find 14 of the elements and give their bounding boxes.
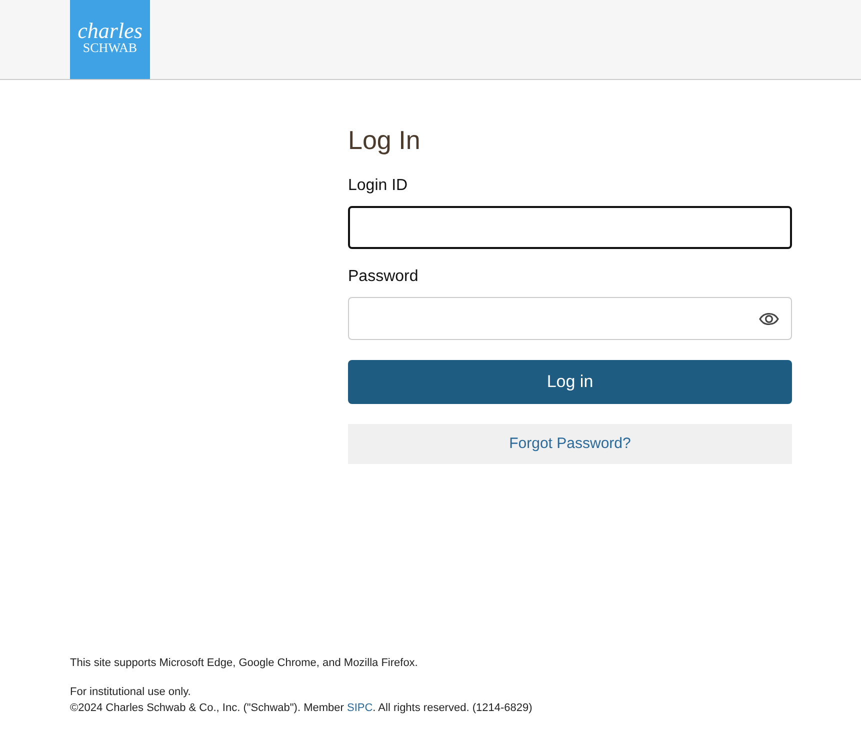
logo-script-text: charles [78,20,142,40]
login-id-field[interactable] [348,206,792,249]
logo-wordmark-text: SCHWAB [82,40,138,54]
field-label: Login ID [348,176,409,196]
field-label: Password [348,267,420,287]
password-field[interactable] [348,297,792,340]
forgot-password-button[interactable]: Forgot Password? [348,424,792,464]
browser-support-text: This site supports Microsoft Edge, Google Chrome, and Mozilla Firefox. [70,656,419,670]
page-title: Log In [348,124,422,156]
sipc-link[interactable]: SIPC [346,702,373,714]
show-password-icon[interactable] [759,312,779,326]
institutional-notice: For institutional use only. [70,685,192,700]
login-button[interactable]: Log in [348,360,792,404]
copyright-text: ©2024 Charles Schwab & Co., Inc. ("Schwab"). Member SIPC. All rights reserved. (1214-6829) [70,701,534,716]
